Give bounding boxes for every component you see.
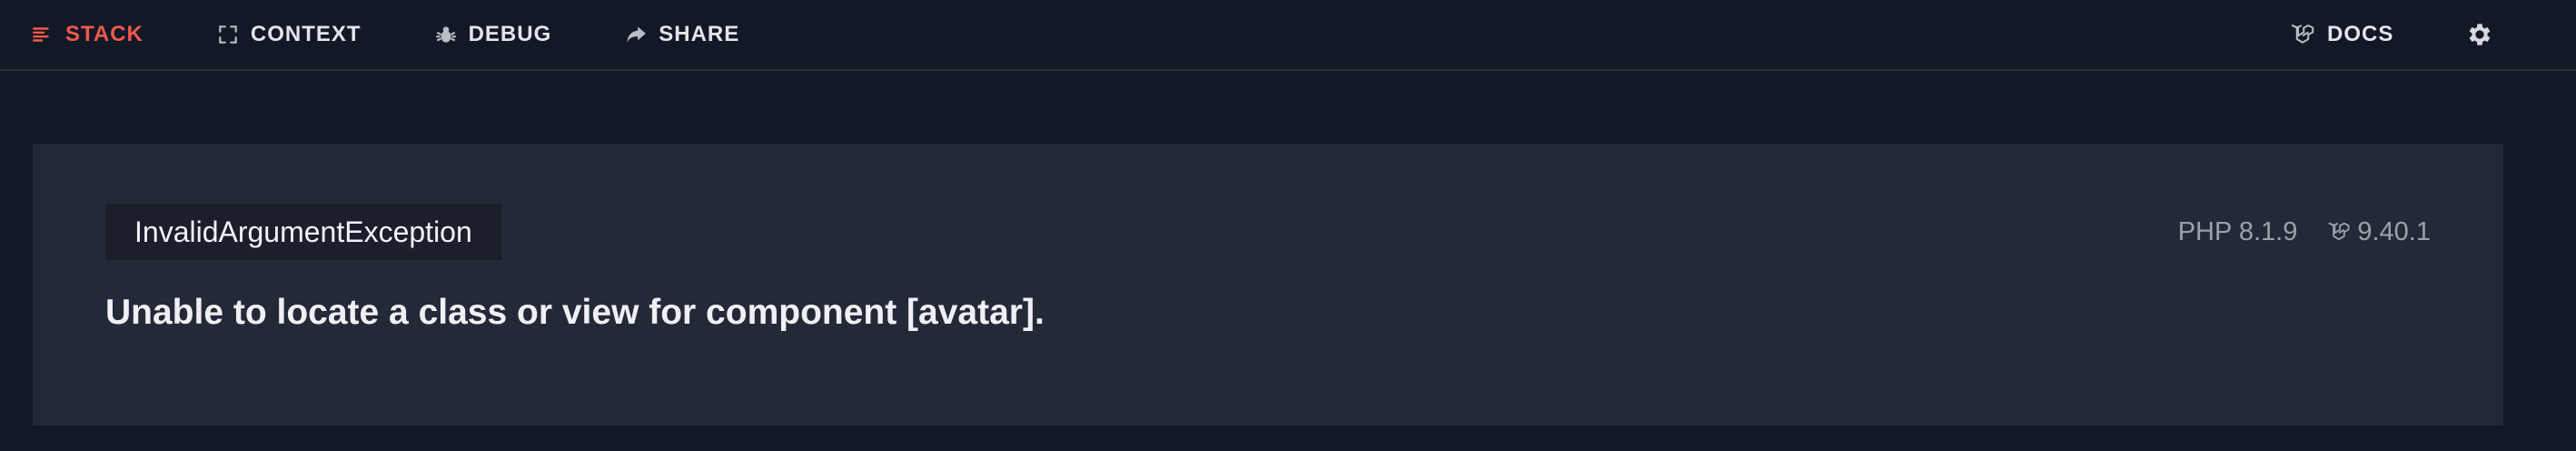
share-arrow-icon <box>624 23 648 46</box>
tab-share[interactable]: SHARE <box>624 0 739 69</box>
laravel-icon <box>2289 21 2316 48</box>
tab-share-label: SHARE <box>659 22 740 46</box>
tab-debug[interactable]: DEBUG <box>434 0 552 69</box>
exception-class-badge: InvalidArgumentException <box>105 204 501 260</box>
php-version: PHP 8.1.9 <box>2177 216 2298 246</box>
error-summary-card: InvalidArgumentException Unable to locat… <box>33 144 2503 426</box>
tab-debug-label: DEBUG <box>468 22 552 46</box>
docs-link[interactable]: DOCS <box>2289 0 2393 69</box>
tab-stack[interactable]: STACK <box>31 0 144 69</box>
top-navigation-bar: STACK CONTEXT DEBUG SHARE DOCS <box>0 0 2576 71</box>
exception-class-label: InvalidArgumentException <box>134 215 472 248</box>
settings-gear-icon[interactable] <box>2465 20 2494 49</box>
laravel-version: 9.40.1 <box>2357 216 2431 246</box>
error-message: Unable to locate a class or view for com… <box>105 293 1045 332</box>
expand-corners-icon <box>216 23 240 46</box>
list-icon <box>31 23 54 46</box>
docs-label: DOCS <box>2327 22 2394 46</box>
tab-context[interactable]: CONTEXT <box>216 0 362 69</box>
tab-stack-label: STACK <box>65 22 144 46</box>
tab-context-label: CONTEXT <box>250 22 362 46</box>
version-info: PHP 8.1.9 9.40.1 <box>2178 211 2431 253</box>
nav-tabs: STACK CONTEXT DEBUG SHARE <box>31 0 812 69</box>
laravel-icon <box>2326 219 2352 245</box>
bug-icon <box>434 23 458 46</box>
